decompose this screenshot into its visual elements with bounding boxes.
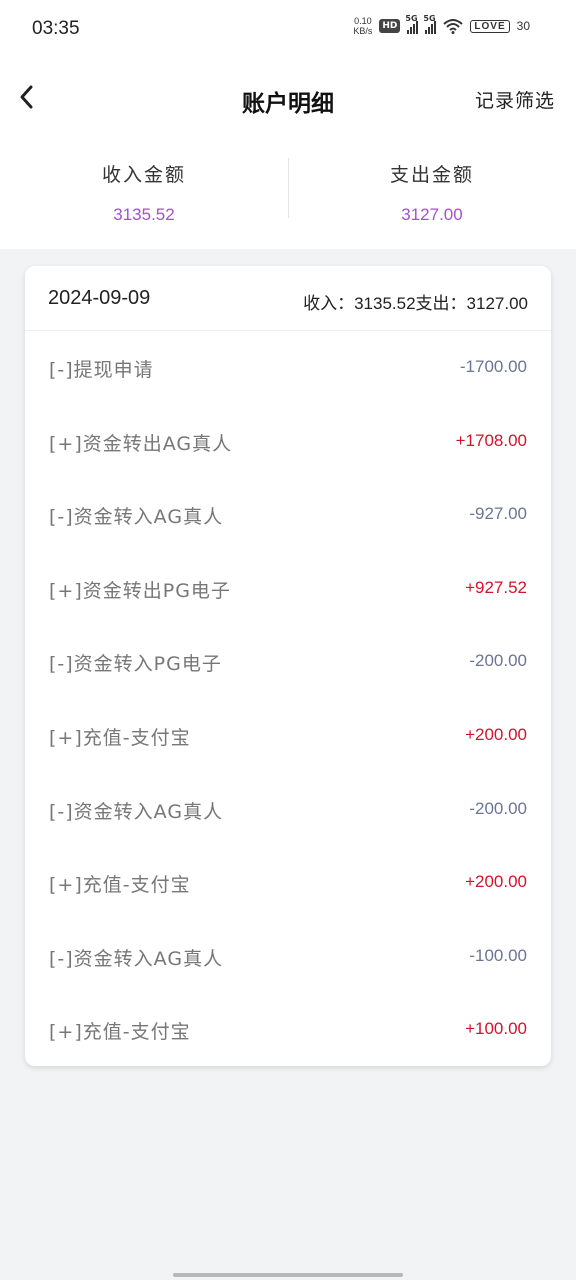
status-icons: 0.10 KB/s HD 5G 5G LOVE 30 <box>353 14 530 36</box>
record-row[interactable]: [-]资金转入AG真人 -200.00 <box>25 772 551 846</box>
record-row[interactable]: [-]资金转入AG真人 -100.00 <box>25 919 551 993</box>
record-label: [-]资金转入AG真人 <box>49 947 224 970</box>
day-income-value: 3135.52 <box>354 294 416 313</box>
expense-summary: 支出金额 3127.00 <box>288 138 576 249</box>
record-label: [+]充值-支付宝 <box>49 874 191 897</box>
day-records-card: 2024-09-09 收入：3135.52支出：3127.00 [-]提现申请 -… <box>25 266 551 1066</box>
record-amount: +100.00 <box>465 1019 527 1039</box>
record-amount: +927.52 <box>465 577 527 597</box>
network-speed-unit: KB/s <box>353 26 373 36</box>
record-amount: +200.00 <box>465 872 527 892</box>
signal-icon-2: 5G <box>423 14 437 34</box>
nav-bar: 账户明细 记录筛选 <box>0 60 576 138</box>
record-row[interactable]: [+]充值-支付宝 +200.00 <box>25 698 551 772</box>
record-amount: +200.00 <box>465 724 527 744</box>
record-amount: -200.00 <box>469 651 527 671</box>
record-row[interactable]: [-]提现申请 -1700.00 <box>25 330 551 404</box>
record-amount: -1700.00 <box>459 357 527 376</box>
status-time: 03:35 <box>32 18 80 39</box>
record-label: [+]资金转出PG电子 <box>49 579 231 602</box>
day-expense-label: 支出： <box>415 294 467 314</box>
expense-label: 支出金额 <box>389 164 474 186</box>
record-row[interactable]: [-]资金转入AG真人 -927.00 <box>25 477 551 551</box>
record-label: [+]充值-支付宝 <box>49 1021 191 1044</box>
home-indicator[interactable] <box>173 1273 403 1277</box>
record-amount: -100.00 <box>469 945 527 965</box>
expense-value: 3127.00 <box>401 205 463 224</box>
record-row[interactable]: [+]资金转出PG电子 +927.52 <box>25 551 551 625</box>
record-label: [+]资金转出AG真人 <box>49 432 233 455</box>
record-row[interactable]: [+]充值-支付宝 +200.00 <box>25 845 551 919</box>
record-amount: -200.00 <box>469 798 527 818</box>
status-bar: 03:35 0.10 KB/s HD 5G 5G LOVE 30 <box>0 0 576 60</box>
record-label: [-]提现申请 <box>49 359 154 381</box>
record-list: [-]提现申请 -1700.00 [+]资金转出AG真人 +1708.00 [-]资… <box>25 330 551 1066</box>
record-filter-button[interactable]: 记录筛选 <box>475 86 555 113</box>
record-label: [-]资金转入AG真人 <box>49 800 224 823</box>
network-speed: 0.10 KB/s <box>353 16 372 36</box>
wifi-icon <box>443 19 464 34</box>
record-row[interactable]: [+]资金转出AG真人 +1708.00 <box>25 404 551 478</box>
network-speed-value: 0.10 <box>354 16 372 26</box>
record-label: [+]充值-支付宝 <box>49 726 191 749</box>
day-income-label: 收入： <box>303 294 355 314</box>
income-summary: 收入金额 3135.52 <box>0 138 288 249</box>
signal-label: 5G <box>405 14 418 23</box>
income-value: 3135.52 <box>113 205 175 224</box>
record-amount: +1708.00 <box>455 430 527 450</box>
battery-icon: LOVE <box>470 19 510 33</box>
signal-icon: 5G <box>405 14 419 34</box>
record-label: [-]资金转入PG电子 <box>49 653 222 676</box>
record-date: 2024-09-09 <box>48 287 151 309</box>
day-expense-value: 3127.00 <box>466 294 528 313</box>
record-row[interactable]: [+]充值-支付宝 +100.00 <box>25 992 551 1066</box>
record-amount: -927.00 <box>469 504 527 524</box>
record-label: [-]资金转入AG真人 <box>49 506 224 529</box>
record-row[interactable]: [-]资金转入PG电子 -200.00 <box>25 624 551 698</box>
hd-badge-icon: HD <box>379 19 401 33</box>
day-totals: 收入：3135.52支出：3127.00 <box>303 289 528 314</box>
battery-level: 30 <box>516 19 530 33</box>
summary-panel: 收入金额 3135.52 支出金额 3127.00 <box>0 138 576 249</box>
signal-label-2: 5G <box>423 14 436 23</box>
day-header: 2024-09-09 收入：3135.52支出：3127.00 <box>25 266 551 331</box>
income-label: 收入金额 <box>101 164 186 186</box>
